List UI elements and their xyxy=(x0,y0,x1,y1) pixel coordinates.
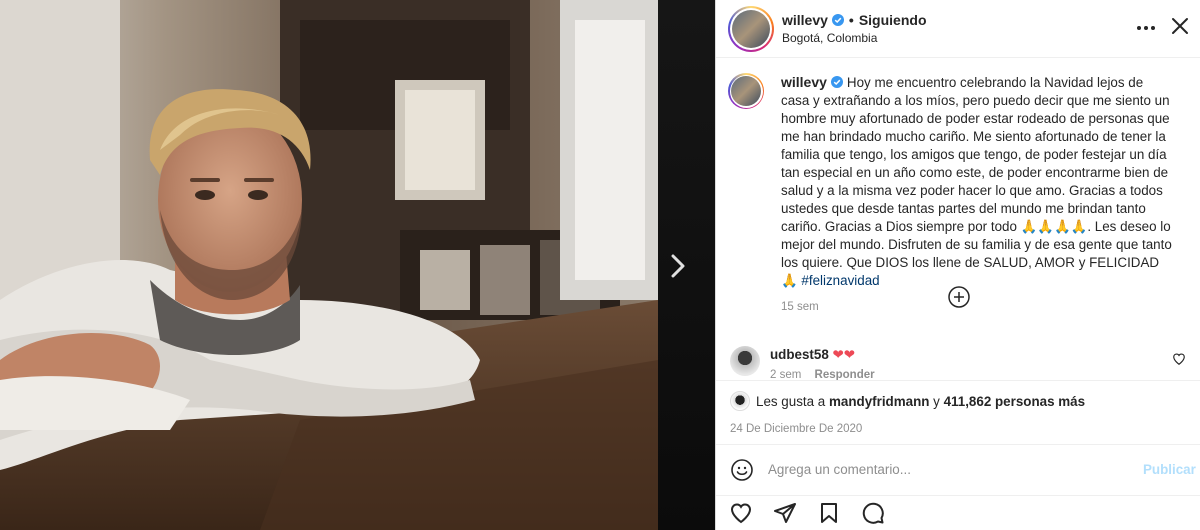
avatar-inner xyxy=(730,7,772,50)
load-more-comments-button[interactable] xyxy=(947,285,971,309)
liker-avatar[interactable] xyxy=(730,391,750,411)
comment-button[interactable] xyxy=(860,500,886,526)
verified-badge-icon xyxy=(831,14,844,26)
close-button[interactable] xyxy=(1168,14,1192,38)
action-bar xyxy=(716,495,1200,530)
comment-input[interactable] xyxy=(768,462,1108,477)
close-icon xyxy=(1172,18,1188,34)
caption-avatar-image xyxy=(731,76,761,106)
header-username[interactable]: willevy xyxy=(782,12,828,28)
hashtag-link[interactable]: #feliznavidad xyxy=(801,273,879,288)
post-date: 24 De Diciembre De 2020 xyxy=(730,423,863,435)
verified-badge-icon xyxy=(830,76,843,88)
caption-row: willevy Hoy me encuentro celebrando la Na… xyxy=(728,73,1185,316)
next-photo-button[interactable] xyxy=(666,252,690,280)
location-link[interactable]: Bogotá, Colombia xyxy=(782,31,927,45)
caption-avatar[interactable] xyxy=(728,73,764,316)
likes-connector: y xyxy=(933,393,940,409)
commenter-username[interactable]: udbest58 xyxy=(770,347,829,362)
comment-username: udbest58 ❤❤ xyxy=(770,347,855,363)
caption-text: Hoy me encuentro celebrando la Navidad l… xyxy=(781,75,1172,288)
heart-icon xyxy=(730,503,752,524)
chevron-right-icon xyxy=(671,254,685,278)
separator-dot: • xyxy=(848,12,854,28)
like-comment-heart-icon[interactable] xyxy=(1172,352,1186,366)
avatar[interactable] xyxy=(728,5,774,52)
comment-composer: Publicar xyxy=(716,444,1200,494)
caption-username[interactable]: willevy xyxy=(781,74,827,90)
post-header: willevy • Siguiendo Bogotá, Colombia xyxy=(716,0,1200,58)
emoji-icon[interactable] xyxy=(730,458,754,482)
comment-timestamp: 2 sem xyxy=(770,369,802,380)
reply-button[interactable]: Responder xyxy=(815,369,875,380)
post-photo[interactable] xyxy=(0,0,658,530)
more-options-button[interactable] xyxy=(1134,16,1158,40)
header-text: willevy • Siguiendo Bogotá, Colombia xyxy=(782,12,927,45)
post-details-panel: willevy • Siguiendo Bogotá, Colombia wil… xyxy=(715,0,1200,530)
likes-prefix: Les gusta a xyxy=(756,393,826,409)
following-button[interactable]: Siguiendo xyxy=(859,12,927,28)
bookmark-icon xyxy=(821,503,837,523)
comment-icon xyxy=(862,502,884,524)
comment-text: ❤❤ xyxy=(832,347,855,362)
caption-avatar-inner xyxy=(729,74,763,108)
comment-item: udbest58 ❤❤ 2 sem Responder xyxy=(730,342,1190,380)
post-photo-image xyxy=(0,0,658,530)
more-horizontal-icon xyxy=(1137,26,1155,30)
likes-section: Les gusta a mandyfridmann y 411,862 pers… xyxy=(716,380,1200,435)
comment-meta: 2 sem Responder xyxy=(770,369,885,380)
publish-button[interactable]: Publicar xyxy=(1143,462,1196,477)
commenter-avatar[interactable] xyxy=(730,346,760,376)
plus-circle-icon xyxy=(948,286,970,308)
caption-timestamp: 15 sem xyxy=(781,301,819,313)
send-icon xyxy=(774,503,796,523)
caption-text-block: willevy Hoy me encuentro celebrando la Na… xyxy=(781,73,1175,316)
header-line: willevy • Siguiendo xyxy=(782,12,927,28)
liker-username[interactable]: mandyfridmann xyxy=(829,394,929,409)
like-button[interactable] xyxy=(728,500,754,526)
avatar-image xyxy=(732,9,770,48)
save-button[interactable] xyxy=(816,500,842,526)
likes-line: Les gusta a mandyfridmann y 411,862 pers… xyxy=(730,391,1187,411)
caption-avatar-ring xyxy=(728,73,764,109)
likes-count-link[interactable]: 411,862 personas más xyxy=(944,394,1085,409)
share-button[interactable] xyxy=(772,500,798,526)
